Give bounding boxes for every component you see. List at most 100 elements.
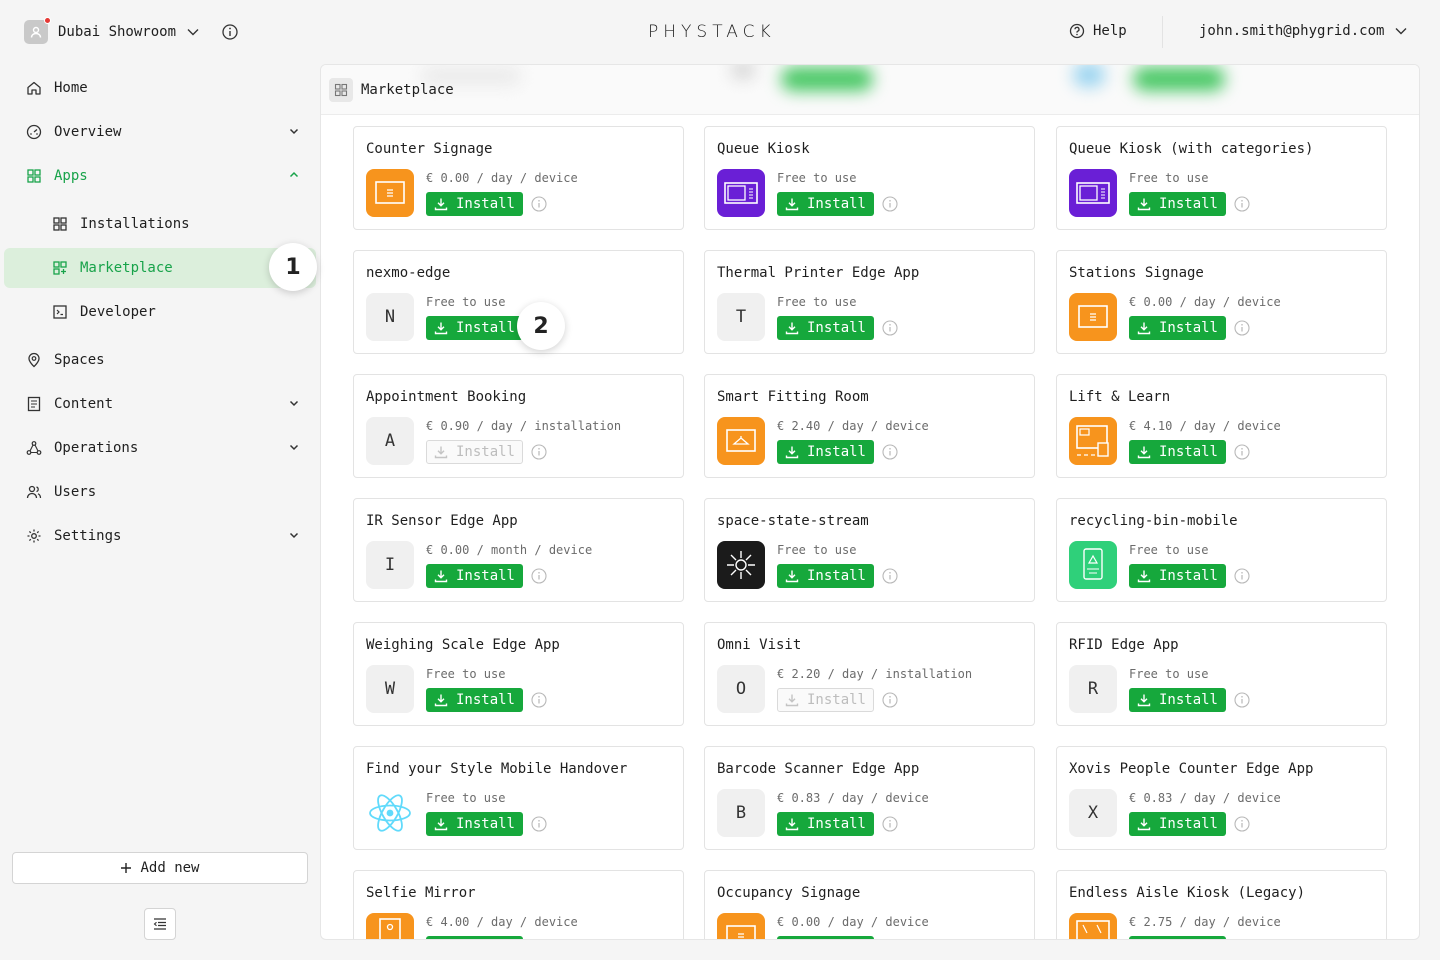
app-card[interactable]: Counter Signage € 0.00 / day / device Inst… [353, 126, 684, 230]
mirror-icon [366, 913, 414, 939]
app-card[interactable]: Endless Aisle Kiosk (Legacy) € 2.75 / day… [1056, 870, 1387, 939]
install-button[interactable]: Install [1129, 192, 1226, 216]
install-button[interactable]: Install [777, 936, 874, 939]
help-link[interactable]: Help [1069, 23, 1127, 39]
app-card[interactable]: Thermal Printer Edge App T Free to use Inst… [704, 250, 1035, 354]
app-title: IR Sensor Edge App [366, 513, 518, 529]
info-icon[interactable] [221, 23, 239, 45]
info-icon[interactable] [1234, 692, 1250, 712]
info-icon[interactable] [882, 568, 898, 588]
app-title: recycling-bin-mobile [1069, 513, 1238, 529]
app-card[interactable]: Barcode Scanner Edge App B € 0.83 / day / … [704, 746, 1035, 850]
info-icon[interactable] [1234, 196, 1250, 216]
info-icon[interactable] [882, 444, 898, 464]
help-label: Help [1093, 23, 1127, 39]
app-card[interactable]: RFID Edge App R Free to use Install [1056, 622, 1387, 726]
install-button[interactable]: Install [777, 564, 874, 588]
app-card[interactable]: Weighing Scale Edge App W Free to use Insta… [353, 622, 684, 726]
install-button[interactable]: Install [1129, 316, 1226, 340]
sidebar-item-label: Settings [54, 528, 122, 544]
info-icon[interactable] [1234, 568, 1250, 588]
sidebar-item-overview[interactable]: Overview [4, 112, 316, 152]
info-icon[interactable] [1234, 320, 1250, 340]
app-card[interactable]: Find your Style Mobile Handover Free to u… [353, 746, 684, 850]
user-menu[interactable]: john.smith@phygrid.com [1199, 23, 1408, 39]
info-icon[interactable] [1234, 444, 1250, 464]
install-label: Install [1158, 320, 1218, 336]
app-card[interactable]: Queue Kiosk Free to use Install [704, 126, 1035, 230]
install-label: Install [455, 196, 515, 212]
sidebar-item-content[interactable]: Content [4, 384, 316, 424]
info-icon[interactable] [531, 692, 547, 712]
download-icon [434, 570, 448, 583]
sidebar-item-apps[interactable]: Apps [4, 156, 316, 196]
collapse-sidebar-button[interactable] [144, 908, 176, 940]
gear-icon [27, 529, 41, 543]
add-new-button[interactable]: Add new [12, 852, 308, 884]
app-card[interactable]: space-state-stream Free to use Install [704, 498, 1035, 602]
install-label: Install [806, 692, 866, 708]
app-card[interactable]: nexmo-edge N Free to use Install [353, 250, 684, 354]
install-button[interactable]: Install [777, 192, 874, 216]
plus-icon [121, 863, 132, 873]
install-button[interactable]: Install [1129, 812, 1226, 836]
app-card[interactable]: recycling-bin-mobile Free to use Install [1056, 498, 1387, 602]
app-letter-icon: A [366, 417, 414, 465]
install-button[interactable]: Install [426, 564, 523, 588]
sidebar-item-spaces[interactable]: Spaces [4, 340, 316, 380]
install-button[interactable]: Install [1129, 440, 1226, 464]
app-letter-icon: B [717, 789, 765, 837]
install-button[interactable]: Install [426, 688, 523, 712]
info-icon[interactable] [882, 320, 898, 340]
install-button[interactable]: Install [1129, 564, 1226, 588]
install-button[interactable]: Install [777, 316, 874, 340]
install-button[interactable]: Install [1129, 936, 1226, 939]
info-icon[interactable] [882, 816, 898, 836]
app-card[interactable]: Selfie Mirror € 4.00 / day / device Instal… [353, 870, 684, 939]
app-price: Free to use [1129, 543, 1209, 557]
app-price: Free to use [1129, 667, 1209, 681]
user-icon [30, 26, 42, 38]
install-button[interactable]: Install [1129, 688, 1226, 712]
app-card[interactable]: Appointment Booking A € 0.90 / day / insta… [353, 374, 684, 478]
grid-plus-icon [53, 261, 67, 275]
info-icon[interactable] [882, 692, 898, 712]
recycle-bin-icon [1069, 541, 1117, 589]
download-icon [785, 446, 799, 459]
sidebar-item-developer[interactable]: Developer [4, 292, 316, 332]
info-icon[interactable] [882, 196, 898, 216]
app-card[interactable]: Lift & Learn € 4.10 / day / device Install [1056, 374, 1387, 478]
app-card[interactable]: Smart Fitting Room € 2.40 / day / device I… [704, 374, 1035, 478]
screen-icon [717, 913, 765, 939]
app-card[interactable]: IR Sensor Edge App I € 0.00 / month / devi… [353, 498, 684, 602]
sidebar-item-operations[interactable]: Operations [4, 428, 316, 468]
sidebar-item-label: Users [54, 484, 97, 500]
chevron-up-icon [289, 171, 299, 178]
app-card[interactable]: Omni Visit O € 2.20 / day / installation In… [704, 622, 1035, 726]
sidebar-item-home[interactable]: Home [4, 68, 316, 108]
react-icon [366, 789, 414, 837]
sidebar-item-installations[interactable]: Installations [4, 204, 316, 244]
app-card[interactable]: Stations Signage € 0.00 / day / device Ins… [1056, 250, 1387, 354]
install-button[interactable]: Install [426, 812, 523, 836]
sidebar-item-users[interactable]: Users [4, 472, 316, 512]
terminal-icon [53, 305, 67, 319]
install-label: Install [455, 568, 515, 584]
install-button[interactable]: Install [426, 316, 523, 340]
info-icon[interactable] [1234, 816, 1250, 836]
info-icon[interactable] [531, 568, 547, 588]
app-card[interactable]: Xovis People Counter Edge App X € 0.83 / d… [1056, 746, 1387, 850]
sidebar-item-settings[interactable]: Settings [4, 516, 316, 556]
download-icon [1137, 446, 1151, 459]
install-button[interactable]: Install [777, 812, 874, 836]
install-button[interactable]: Install [777, 440, 874, 464]
info-icon[interactable] [531, 196, 547, 216]
app-card[interactable]: Occupancy Signage € 0.00 / day / device In… [704, 870, 1035, 939]
info-icon[interactable] [531, 816, 547, 836]
app-title: space-state-stream [717, 513, 869, 529]
org-switcher[interactable]: Dubai Showroom [24, 17, 200, 44]
install-button[interactable]: Install [426, 192, 523, 216]
app-card[interactable]: Queue Kiosk (with categories) Free to use… [1056, 126, 1387, 230]
install-button[interactable]: Install [426, 936, 523, 939]
info-icon[interactable] [531, 444, 547, 464]
